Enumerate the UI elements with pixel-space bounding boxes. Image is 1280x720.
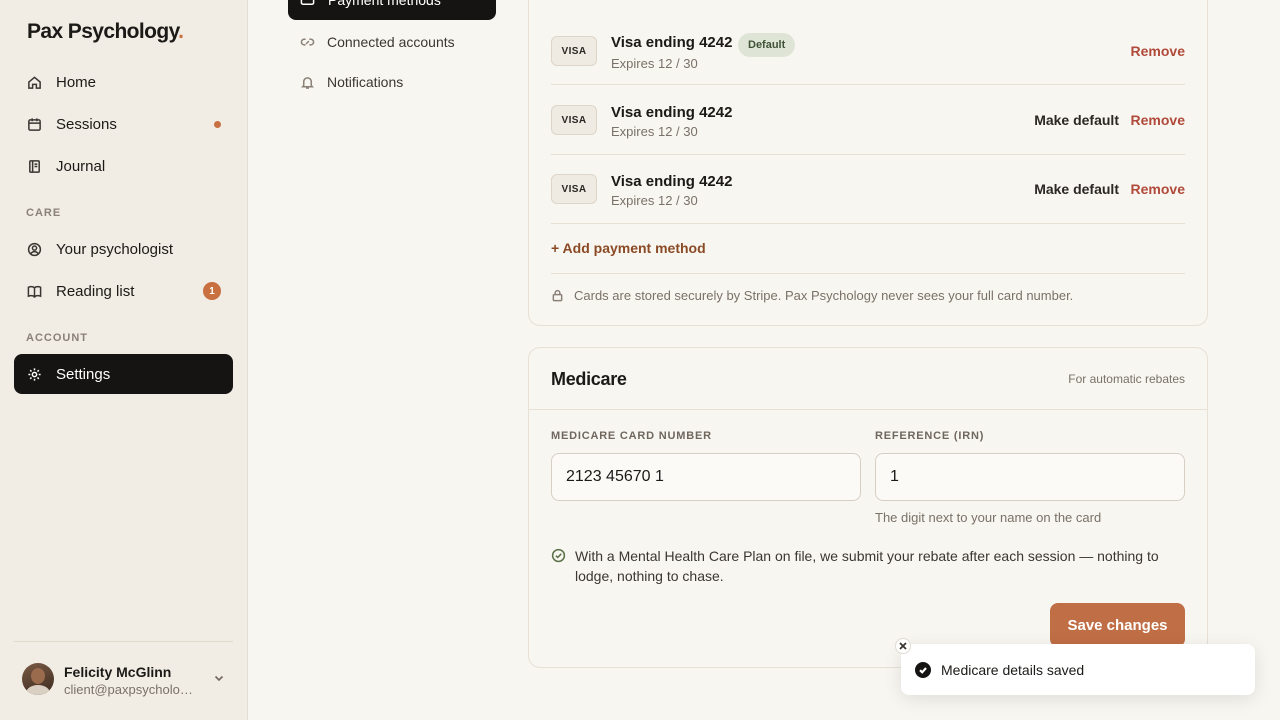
- credit-card-icon: [300, 0, 316, 8]
- sidebar-item-reading-list[interactable]: Reading list 1: [14, 271, 233, 311]
- payment-methods-card: VISA Visa ending 4242 Default Expires 12…: [528, 0, 1208, 326]
- default-badge: Default: [738, 33, 796, 57]
- card-title: Visa ending 4242: [611, 173, 733, 190]
- link-icon: [300, 34, 316, 50]
- sidebar-item-home[interactable]: Home: [14, 62, 233, 102]
- visa-card-icon: VISA: [551, 174, 597, 204]
- card-expiry: Expires 12 / 30: [611, 193, 698, 208]
- lock-icon: [551, 289, 565, 303]
- card-expiry: Expires 12 / 30: [611, 124, 698, 139]
- sidebar-divider: [14, 641, 233, 642]
- brand-logo[interactable]: Pax Psychology.: [27, 20, 184, 44]
- subnav-label: Connected accounts: [327, 34, 455, 50]
- user-circle-icon: [26, 241, 42, 257]
- payment-method-row: VISA Visa ending 4242 Expires 12 / 30 Ma…: [551, 86, 1185, 155]
- brand-name: Pax Psychology: [27, 20, 179, 43]
- brand-dot: .: [178, 20, 184, 43]
- home-icon: [26, 74, 42, 90]
- sidebar-item-label: Home: [56, 73, 97, 91]
- add-payment-method-button[interactable]: + Add payment method: [551, 240, 706, 256]
- card-title: Visa ending 4242: [611, 34, 733, 51]
- bell-icon: [300, 74, 316, 90]
- mhcp-note-text: With a Mental Health Care Plan on file, …: [575, 548, 1159, 584]
- avatar: [22, 663, 54, 695]
- payment-method-row: VISA Visa ending 4242 Default Expires 12…: [551, 16, 1185, 85]
- irn-help-text: The digit next to your name on the card: [875, 510, 1102, 525]
- sidebar-item-settings[interactable]: Settings: [14, 354, 233, 394]
- secure-note: Cards are stored securely by Stripe. Pax…: [551, 288, 1073, 303]
- close-icon[interactable]: [895, 638, 911, 654]
- remove-card-button[interactable]: Remove: [1131, 112, 1185, 128]
- user-name: Felicity McGlinn: [64, 664, 172, 680]
- sidebar-item-label: Journal: [56, 157, 106, 175]
- sidebar-item-label: Settings: [56, 365, 111, 383]
- sidebar-item-label: Your psychologist: [56, 240, 174, 258]
- medicare-number-input[interactable]: [551, 453, 861, 501]
- remove-card-button[interactable]: Remove: [1131, 43, 1185, 59]
- make-default-button[interactable]: Make default: [1034, 181, 1119, 197]
- toast-notification: Medicare details saved: [895, 638, 1255, 695]
- sidebar-item-sessions[interactable]: Sessions: [14, 104, 233, 144]
- irn-input[interactable]: [875, 453, 1185, 501]
- medicare-header: Medicare For automatic rebates: [529, 348, 1207, 410]
- subnav-notifications[interactable]: Notifications: [300, 72, 403, 92]
- medicare-title: Medicare: [551, 369, 627, 389]
- mhcp-note: With a Mental Health Care Plan on file, …: [551, 546, 1161, 586]
- section-label-account: ACCOUNT: [26, 332, 88, 344]
- remove-card-button[interactable]: Remove: [1131, 181, 1185, 197]
- journal-icon: [26, 158, 42, 174]
- card-expiry: Expires 12 / 30: [611, 56, 698, 71]
- sidebar-item-your-psychologist[interactable]: Your psychologist: [14, 229, 233, 269]
- user-email: client@paxpsychology.com: [64, 682, 200, 697]
- payment-method-row: VISA Visa ending 4242 Expires 12 / 30 Ma…: [551, 155, 1185, 224]
- section-label-care: CARE: [26, 207, 62, 219]
- subnav-label: Notifications: [327, 74, 404, 90]
- subnav-label: Payment methods: [328, 0, 441, 8]
- book-icon: [26, 283, 42, 299]
- secure-note-text: Cards are stored securely by Stripe. Pax…: [574, 288, 1074, 303]
- sidebar-item-label: Sessions: [56, 115, 117, 133]
- sidebar-item-label: Reading list: [56, 282, 135, 300]
- medicare-hint: For automatic rebates: [1068, 372, 1185, 386]
- success-icon: [915, 661, 931, 678]
- reading-list-badge: 1: [203, 282, 221, 300]
- sidebar: Pax Psychology. Home Sessions Journal CA…: [0, 0, 248, 720]
- visa-card-icon: VISA: [551, 36, 597, 66]
- toast-message: Medicare details saved: [941, 661, 1085, 678]
- gear-icon: [26, 366, 42, 382]
- sidebar-item-journal[interactable]: Journal: [14, 146, 233, 186]
- irn-label: REFERENCE (IRN): [875, 430, 985, 442]
- chevron-down-icon[interactable]: [212, 671, 226, 685]
- subnav-connected-accounts[interactable]: Connected accounts: [300, 32, 455, 52]
- subnav-payment-methods[interactable]: Payment methods: [288, 0, 496, 20]
- user-menu[interactable]: Felicity McGlinn client@paxpsychology.co…: [22, 663, 232, 699]
- divider: [551, 273, 1185, 274]
- calendar-icon: [26, 116, 42, 132]
- medicare-card: Medicare For automatic rebates MEDICARE …: [528, 347, 1208, 668]
- card-title: Visa ending 4242: [611, 104, 733, 121]
- make-default-button[interactable]: Make default: [1034, 112, 1119, 128]
- medicare-number-label: MEDICARE CARD NUMBER: [551, 430, 712, 442]
- check-circle-icon: [551, 548, 567, 564]
- save-changes-button[interactable]: Save changes: [1050, 603, 1185, 647]
- notification-dot: [214, 121, 221, 128]
- visa-card-icon: VISA: [551, 105, 597, 135]
